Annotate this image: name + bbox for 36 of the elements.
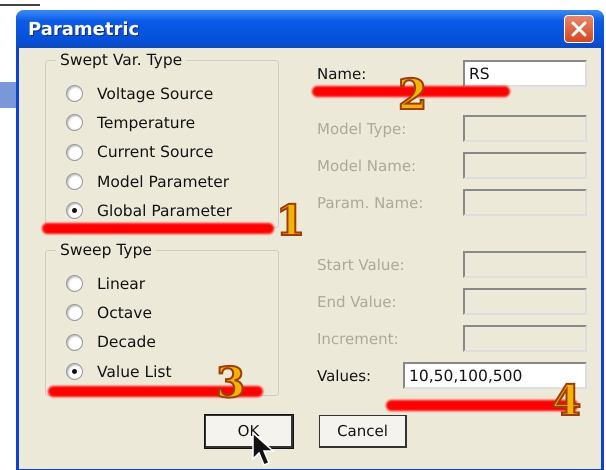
radio-button[interactable] (66, 85, 83, 102)
radio-button[interactable] (66, 275, 83, 292)
window-title: Parametric (28, 18, 140, 40)
field-label: Model Name: (317, 156, 416, 174)
annotation-number: 1 (276, 200, 306, 242)
radio-button[interactable] (66, 363, 83, 380)
field-label: Model Type: (317, 120, 406, 138)
radio-label[interactable]: Global Parameter (97, 202, 232, 220)
radio-label[interactable]: Current Source (97, 143, 214, 162)
radio-label[interactable]: Octave (97, 304, 152, 322)
radio-button[interactable] (66, 173, 83, 190)
radio-label[interactable]: Value List (97, 362, 172, 381)
field-label: Values: (317, 366, 372, 384)
radio-button[interactable] (66, 114, 83, 132)
field-label: Name: (317, 64, 366, 82)
radio-label[interactable]: Temperature (97, 114, 196, 132)
name-field[interactable]: RS (463, 60, 587, 87)
radio-label[interactable]: Linear (97, 274, 146, 293)
close-icon (569, 19, 589, 39)
radio-label[interactable]: Voltage Source (97, 84, 214, 103)
radio-label[interactable]: Decade (97, 333, 156, 352)
radio-button[interactable] (66, 334, 83, 351)
field-label: Start Value: (317, 256, 405, 274)
ok-button[interactable]: OK (205, 415, 293, 448)
radio-button[interactable] (66, 304, 83, 322)
group-title: Sweep Type (56, 241, 156, 259)
group-title: Swept Var. Type (56, 51, 186, 69)
cancel-button[interactable]: Cancel (319, 415, 407, 448)
annotation-number: 2 (398, 74, 428, 116)
field-label: Increment: (317, 330, 399, 348)
field-label: End Value: (317, 292, 397, 310)
close-button[interactable] (564, 15, 594, 43)
radio-button[interactable] (66, 144, 83, 161)
radio-button[interactable] (66, 202, 83, 220)
radio-label[interactable]: Model Parameter (97, 172, 230, 191)
field-label: Param. Name: (317, 194, 424, 212)
